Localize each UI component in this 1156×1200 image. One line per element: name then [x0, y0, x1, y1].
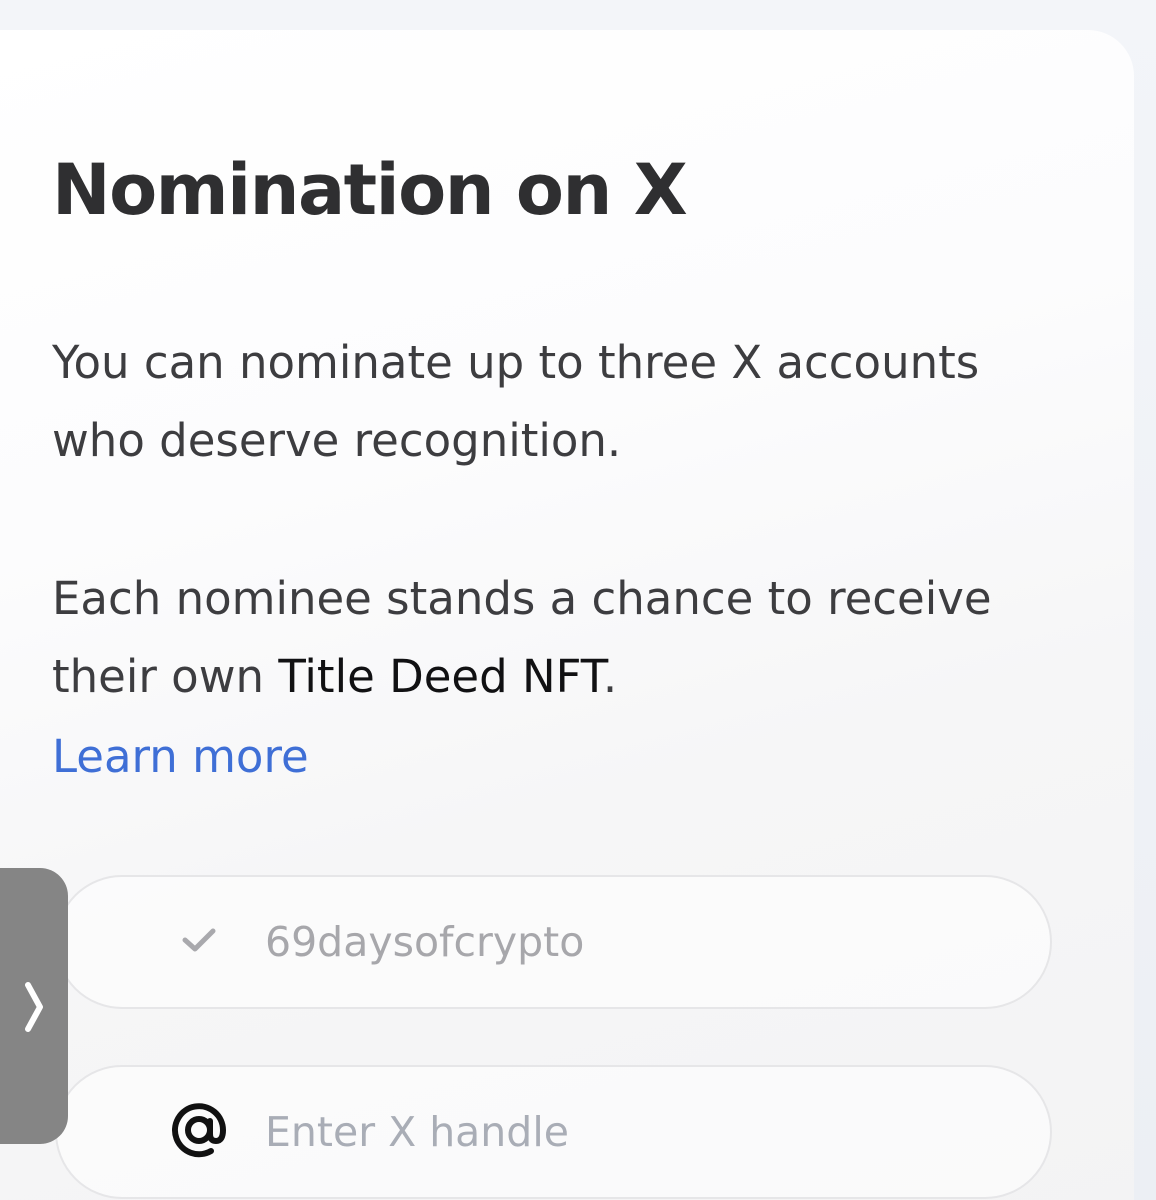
card-title: Nomination on X: [52, 149, 688, 231]
nominee-field-2[interactable]: [55, 1065, 1052, 1199]
nominee-field-1[interactable]: 69daysofcrypto: [55, 875, 1052, 1009]
page: Nomination on X You can nominate up to t…: [0, 0, 1156, 1200]
description-nominate: You can nominate up to three X accounts …: [52, 336, 980, 467]
description-reward: Each nominee stands a chance to receive …: [52, 560, 1032, 716]
title-deed-nft-highlight: Title Deed NFT: [278, 650, 603, 703]
nominee-handle: 69daysofcrypto: [265, 918, 585, 966]
learn-more-link[interactable]: Learn more: [52, 718, 309, 796]
chevron-right-icon: [25, 982, 43, 1032]
check-icon: [181, 926, 217, 958]
x-handle-input[interactable]: [265, 1100, 985, 1164]
at-icon: [169, 1100, 229, 1164]
description-reward-suffix: .: [602, 650, 618, 703]
side-panel-toggle[interactable]: [0, 868, 68, 1144]
nomination-card: Nomination on X You can nominate up to t…: [0, 30, 1134, 1200]
